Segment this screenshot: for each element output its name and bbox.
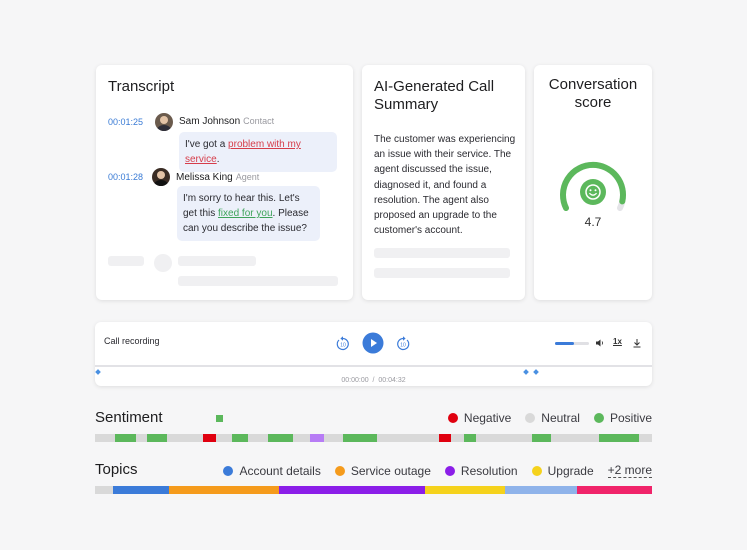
legend-item[interactable]: Neutral — [525, 411, 580, 425]
sentiment-segment[interactable] — [343, 434, 377, 442]
topic-segment[interactable] — [169, 486, 279, 494]
play-button[interactable] — [362, 332, 384, 354]
volume-slider[interactable] — [555, 342, 589, 345]
legend-item[interactable]: Upgrade — [531, 464, 594, 478]
skeleton-placeholder — [108, 256, 144, 266]
message-timestamp[interactable]: 00:01:28 — [108, 172, 143, 182]
summary-title: AI-Generated Call Summary — [374, 78, 495, 113]
legend-item[interactable]: Resolution — [444, 464, 518, 478]
more-topics-link[interactable]: +2 more — [607, 463, 652, 478]
volume-icon[interactable] — [595, 338, 605, 348]
sentiment-segment[interactable] — [532, 434, 551, 442]
avatar — [155, 113, 173, 131]
rewind-label: 10 — [340, 343, 346, 349]
skeleton-placeholder — [178, 256, 256, 266]
sentiment-segment[interactable] — [439, 434, 451, 442]
download-icon[interactable] — [632, 338, 642, 348]
topics-legend: Account details Service outage Resolutio… — [209, 463, 652, 478]
summary-text: The customer was experiencing an issue w… — [374, 134, 516, 237]
speaker-name: Sam Johnson Contact — [179, 116, 275, 127]
time-readout: 00:00:00 / 00:04:32 — [341, 377, 406, 384]
sentiment-legend: Negative Neutral Positive — [434, 411, 652, 425]
smile-icon — [580, 179, 606, 205]
score-title: Conversation score — [548, 76, 638, 111]
score-gauge — [560, 162, 626, 211]
legend-item[interactable]: Positive — [593, 411, 652, 425]
topics-title: Topics — [95, 461, 138, 478]
forward-label: 10 — [400, 343, 406, 349]
legend-item[interactable]: Account details — [223, 464, 321, 478]
volume-level — [555, 342, 574, 345]
forward-10-button[interactable]: 10 — [396, 335, 410, 351]
topic-segment[interactable] — [577, 486, 652, 494]
skeleton-placeholder — [374, 248, 510, 258]
speaker-role: Agent — [235, 172, 260, 182]
message-bubble: I'm sorry to hear this. Let's get this f… — [177, 186, 320, 241]
rewind-10-button[interactable]: 10 — [336, 335, 350, 351]
summary-card: AI-Generated Call Summary The customer w… — [362, 65, 525, 300]
legend-item[interactable]: Service outage — [334, 464, 431, 478]
topic-segment[interactable] — [113, 486, 169, 494]
sentiment-title: Sentiment — [95, 409, 163, 426]
sentiment-segment[interactable] — [464, 434, 476, 442]
score-card: Conversation score 4.7 — [534, 65, 652, 300]
sentiment-segment[interactable] — [599, 434, 639, 442]
skeleton-placeholder — [374, 268, 510, 278]
sentiment-segment[interactable] — [115, 434, 136, 442]
message-timestamp[interactable]: 00:01:25 — [108, 117, 143, 127]
player-label: Call recording — [104, 336, 160, 346]
sentiment-segment[interactable] — [232, 434, 248, 442]
skeleton-placeholder — [154, 254, 172, 272]
topic-segment[interactable] — [425, 486, 505, 494]
highlight-positive[interactable]: fixed for you — [218, 208, 272, 219]
call-recording-player: Call recording 10 10 1x 00:00:00 / 00:04… — [95, 322, 652, 386]
annotation-marker[interactable] — [533, 369, 539, 375]
score-value: 4.7 — [584, 215, 602, 229]
annotation-marker[interactable] — [523, 369, 529, 375]
sentiment-segment[interactable] — [147, 434, 167, 442]
topics-bar[interactable] — [95, 486, 652, 494]
topic-segment[interactable] — [279, 486, 425, 494]
sentiment-segment[interactable] — [268, 434, 293, 442]
speaker-role: Contact — [243, 116, 275, 126]
progress-track[interactable] — [95, 365, 652, 367]
progress-marker[interactable] — [95, 369, 101, 375]
sentiment-bar[interactable] — [95, 434, 652, 442]
legend-item[interactable]: Negative — [447, 411, 511, 425]
transcript-title: Transcript — [108, 78, 175, 95]
sentiment-segment[interactable] — [310, 434, 324, 442]
avatar — [152, 168, 170, 186]
skeleton-placeholder — [178, 276, 338, 286]
speed-button[interactable]: 1x — [613, 337, 622, 346]
message-bubble: I've got a problem with my service. — [179, 132, 337, 172]
topic-segment[interactable] — [505, 486, 577, 494]
sentiment-segment[interactable] — [203, 434, 216, 442]
transcript-card: Transcript 00:01:25 Sam Johnson Contact I… — [96, 65, 353, 300]
sentiment-indicator — [216, 415, 223, 422]
speaker-name: Melissa King Agent — [176, 172, 260, 183]
